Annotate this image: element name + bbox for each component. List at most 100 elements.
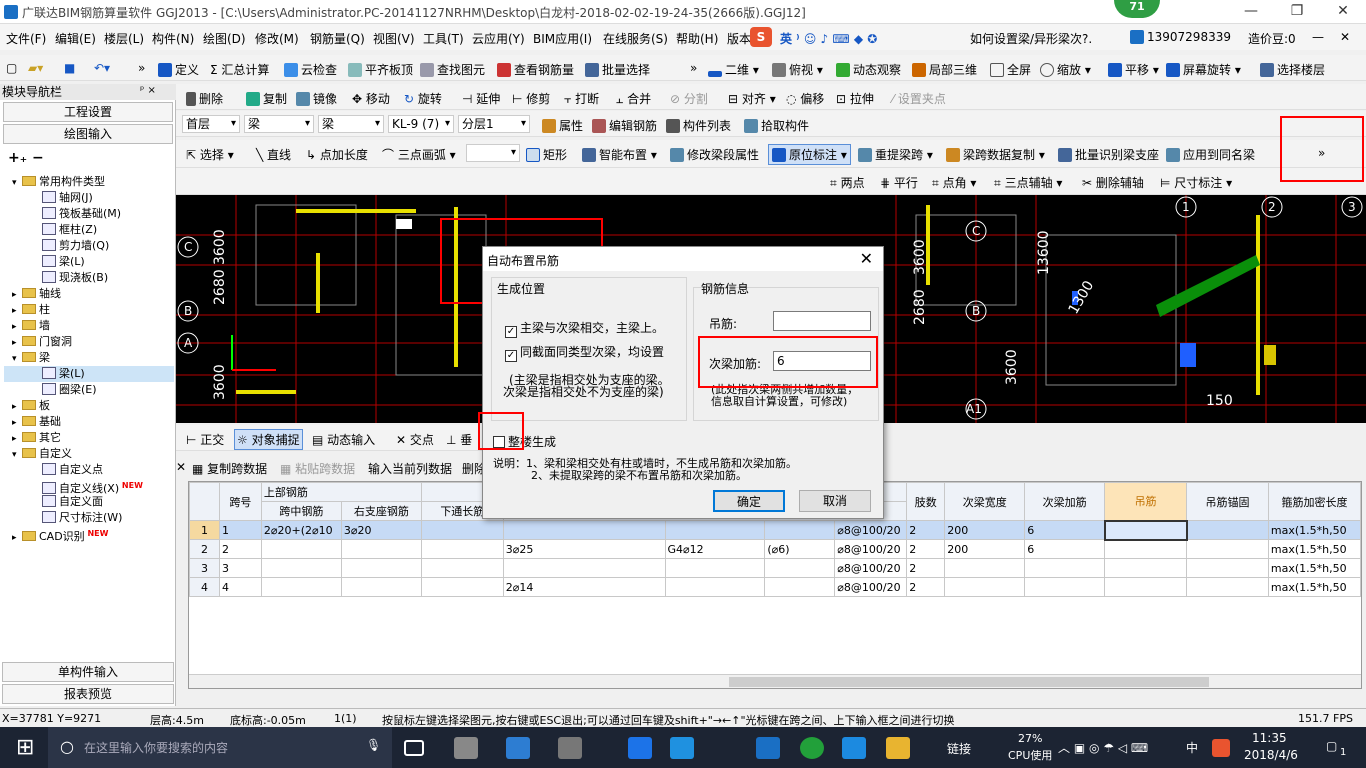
menu-online[interactable]: 在线服务(S) [603,30,668,47]
clock-time[interactable]: 11:35 [1252,731,1287,745]
collapse-icon[interactable]: ▾ [12,351,22,367]
layer-select[interactable]: 分层1 [458,115,530,133]
tree-item[interactable]: ▸ 门窗洞 [4,334,174,350]
check-main-beam-row[interactable]: ✓ 主梁与次梁相交，主梁上。 [505,319,664,338]
table-cell-stir[interactable]: ⌀8@100/20 [834,577,908,597]
tree-item[interactable]: ▾ 常用构件类型 [4,174,174,190]
ime-toolbar-icons[interactable]: 英 ⁾ ☺ ♪ ⌨ ◆ ✪ [780,30,877,47]
tray-icons[interactable]: ︿ ▣ ◎ ☂ ◁ ⌨ [1058,739,1148,756]
local-3d-button[interactable]: 局部三维 [912,61,977,78]
type-select-2[interactable]: 梁 [318,115,384,133]
table-cell-stir[interactable]: ⌀8@100/20 [834,520,908,540]
properties-button[interactable]: 属性 [542,117,583,134]
member-select[interactable]: KL-9 (7) [388,115,454,133]
table-cell-mid[interactable] [260,558,342,578]
expand-icon[interactable]: ▸ [12,399,22,415]
taskbar-search-box[interactable]: ○ 在这里输入你要搜索的内容 🎙 [48,727,392,768]
tree-item[interactable]: ▸ 板 [4,398,174,414]
task-view-icon[interactable] [404,740,424,756]
apply-same-beam-button[interactable]: 应用到同名梁 [1166,146,1255,163]
table-cell-c4[interactable] [420,539,504,559]
tree-item[interactable]: 筏板基础(M) [4,206,174,222]
table-cell-right[interactable] [340,539,422,559]
view-rebar-qty-button[interactable]: 查看钢筋量 [497,61,574,78]
close-doc-icon[interactable]: ✕ [1340,30,1350,44]
edge-2-icon[interactable] [628,737,652,759]
table-cell-anchor[interactable] [1186,577,1269,597]
top-view-button[interactable]: 俯视 ▾ [772,61,823,78]
close-button[interactable]: ✕ [1320,0,1366,24]
align-slab-top-button[interactable]: 平齐板顶 [348,61,413,78]
select-floor-button[interactable]: 选择楼层 [1260,61,1325,78]
pick-member-button[interactable]: 拾取构件 [744,117,809,134]
table-cell-stir[interactable]: ⌀8@100/20 [834,539,908,559]
rotate-button[interactable]: ↻ 旋转 [404,90,442,107]
horizontal-scrollbar[interactable] [189,674,1361,688]
batch-select-button[interactable]: 批量选择 [585,61,650,78]
table-cell-dense[interactable]: max(1.5*h,50 [1267,577,1362,597]
table-cell-mid[interactable] [260,577,342,597]
fullscreen-button[interactable]: 全屏 [990,61,1031,78]
delete-axis[interactable]: ✂ 删除辅轴 [1082,174,1144,191]
minimize-doc-icon[interactable]: — [1312,30,1324,44]
tree-item[interactable]: 尺寸标注(W) [4,510,174,526]
copy-button[interactable]: 复制 [246,90,287,107]
expand-icon[interactable]: ▸ [12,319,22,335]
table-cell-c7[interactable]: (⌀6) [764,539,836,559]
check-same-section-checkbox[interactable]: ✓ [505,350,517,362]
type-select-1[interactable]: 梁 [244,115,314,133]
table-close-icon[interactable]: ✕ [176,460,186,474]
re-extract-span-button[interactable]: 重提梁跨 ▾ [858,146,933,163]
restore-button[interactable]: ❐ [1274,0,1320,24]
table-cell-dense[interactable]: max(1.5*h,50 [1267,539,1362,559]
dimension-tool[interactable]: ⊨ 尺寸标注 ▾ [1160,174,1232,191]
table-cell-c4[interactable] [420,558,504,578]
table-cell-anchor[interactable] [1186,539,1269,559]
expand-icon[interactable]: ▸ [12,335,22,351]
move-button[interactable]: ✥ 移动 [352,90,390,107]
pin-icon[interactable]: ᵖ × [140,85,156,96]
tree-item[interactable]: 自定义点 [4,462,174,478]
pinned-app-1-icon[interactable] [454,737,478,759]
table-cell-c6[interactable] [664,520,766,540]
more-icon-2[interactable]: » [690,61,697,75]
windows-start-icon[interactable]: ⊞ [16,735,34,760]
offset-button[interactable]: ◌ 偏移 [786,90,824,107]
screen-rotate-button[interactable]: 屏幕旋转 ▾ [1166,61,1241,78]
table-cell-w[interactable]: 200 [944,539,1026,559]
edge-icon[interactable] [506,737,530,759]
expand-icon[interactable]: ▸ [12,303,22,319]
hanger-input[interactable] [773,311,871,331]
ok-button[interactable]: 确定 [713,490,785,512]
dynamic-observe-button[interactable]: 动态观察 [836,61,901,78]
table-cell-mid[interactable] [260,539,342,559]
table-cell-w[interactable] [944,577,1026,597]
table-cell-hang[interactable] [1104,539,1187,559]
table-cell-c7[interactable] [764,577,836,597]
table-cell-dense[interactable]: max(1.5*h,50 [1267,520,1362,540]
table-cell-c7[interactable] [764,520,836,540]
tree-item[interactable]: ▸ 轴线 [4,286,174,302]
tree-item[interactable]: 剪力墙(Q) [4,238,174,254]
table-cell-c4[interactable] [420,520,504,540]
menu-view[interactable]: 视图(V) [373,30,415,47]
table-cell-w[interactable]: 200 [944,520,1026,540]
table-cell-c5[interactable] [502,520,666,540]
blue-app-icon[interactable] [842,737,866,759]
delete-button[interactable]: 删除 [186,90,223,107]
expand-icon[interactable]: ▸ [12,431,22,447]
menu-cloud[interactable]: 云应用(Y) [472,30,525,47]
table-cell-legs[interactable]: 2 [906,539,946,559]
sogou-ime-icon[interactable] [1212,739,1230,757]
extend-button[interactable]: ⊣ 延伸 [462,90,500,107]
tree-item[interactable]: ▾ 自定义 [4,446,174,462]
cloud-check-button[interactable]: 云检查 [284,61,337,78]
more-icon[interactable]: » [138,61,145,75]
table-cell-hang[interactable] [1103,519,1188,541]
table-cell-right[interactable] [340,558,422,578]
cancel-button[interactable]: 取消 [799,490,871,512]
tree-item[interactable]: ▸ 柱 [4,302,174,318]
split-button[interactable]: ⊘ 分割 [670,90,708,107]
align-button[interactable]: ⊟ 对齐 ▾ [728,90,776,107]
table-cell-c7[interactable] [764,558,836,578]
